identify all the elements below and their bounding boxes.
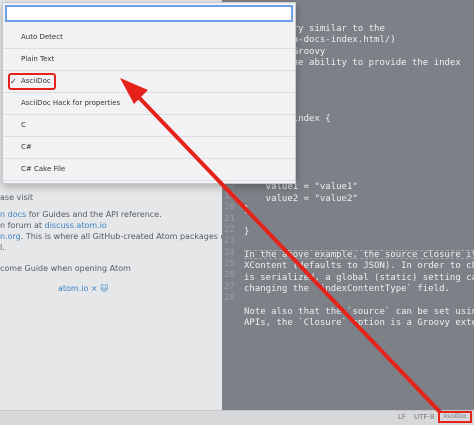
annotation-arrow (120, 78, 442, 414)
annotation-arrow-shaft (126, 84, 442, 414)
